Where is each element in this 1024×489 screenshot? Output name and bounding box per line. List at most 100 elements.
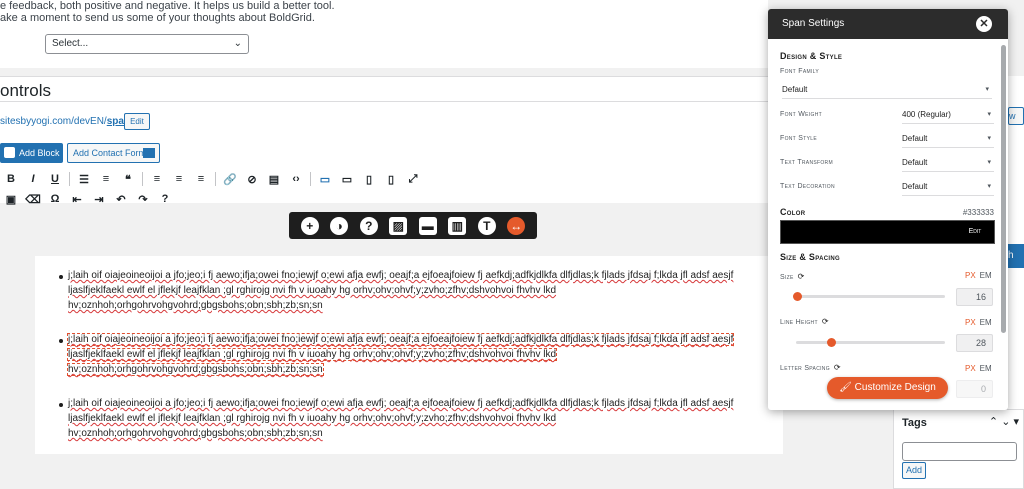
help-circle-icon[interactable]: ? (359, 216, 378, 235)
feedback-select[interactable]: Select... ⌄ (45, 34, 249, 54)
reset-icon[interactable]: ⟳ (834, 363, 841, 372)
customize-design-button[interactable]: 🖌 Customize Design (827, 377, 948, 399)
desktop-preview-icon[interactable]: ▭ (314, 173, 336, 186)
list-item-line: j;laih oif oiajeoineoijoi a jfo;jeo;i fj… (68, 270, 734, 281)
laptop-preview-icon[interactable]: ▭ (336, 173, 358, 186)
link-icon[interactable]: 🔗 (219, 173, 241, 186)
align-right-icon[interactable]: ≡ (190, 173, 212, 185)
permalink-base: sitesbyyogi.com/devEN/ (0, 116, 107, 127)
line-height-label-text: Line Height (780, 319, 818, 326)
special-char-icon[interactable]: Ω (44, 193, 66, 205)
image-icon[interactable]: ▨ (389, 216, 408, 235)
unit-px[interactable]: PX (965, 364, 976, 373)
phone-preview-icon[interactable]: ▯ (380, 173, 402, 186)
tags-input[interactable] (902, 442, 1017, 461)
scrollbar[interactable] (1001, 45, 1006, 333)
font-family-select[interactable]: Default ▾ (782, 81, 992, 99)
palette-icon[interactable]: ◑ (330, 216, 349, 235)
unit-px[interactable]: PX (965, 271, 976, 280)
publish-button[interactable]: h (1008, 244, 1024, 268)
letter-spacing-units[interactable]: PX EM (965, 364, 992, 373)
more-icon[interactable]: ▤ (263, 173, 285, 186)
line-height-slider-track[interactable] (796, 341, 945, 344)
unit-px[interactable]: PX (965, 318, 976, 327)
text-decoration-select[interactable]: Default ▾ (902, 178, 994, 196)
reset-icon[interactable]: ⟳ (822, 317, 829, 326)
chevron-down-icon: ▾ (987, 135, 991, 142)
editor-toolbar-row2: ▣ ⌫ Ω ⇤ ⇥ ↶ ↷ ? (0, 190, 176, 208)
underline-icon[interactable]: U (44, 173, 66, 185)
help-icon[interactable]: ? (154, 193, 176, 205)
close-icon[interactable]: ✕ (976, 16, 992, 32)
undo-icon[interactable]: ↶ (110, 193, 132, 206)
font-weight-select[interactable]: 400 (Regular) ▾ (902, 106, 994, 124)
selected-span-line[interactable]: j;laih oif oiajeoineoijoi a jfo;jeo;i fj… (66, 333, 735, 346)
chevron-down-icon: ▾ (987, 183, 991, 190)
redo-icon[interactable]: ↷ (132, 193, 154, 206)
box-icon[interactable]: ▬ (418, 216, 437, 235)
bold-icon[interactable]: B (0, 173, 22, 185)
align-left-icon[interactable]: ≡ (146, 173, 168, 185)
list-item-selected[interactable]: j;laih oif oiajeoineoijoi a jfo;jeo;i fj… (66, 332, 758, 377)
line-height-slider-thumb[interactable] (827, 338, 836, 347)
edit-slug-button[interactable]: Edit (124, 113, 150, 130)
selected-span-line[interactable]: hv;oznhoh;orhgohrvohgvohrd;gbgsbohs;obn;… (67, 363, 324, 376)
add-block-label: Add Block (19, 148, 60, 158)
color-edit-button[interactable]: Edit (956, 221, 994, 243)
color-label: Color (780, 207, 806, 217)
size-slider-thumb[interactable] (793, 292, 802, 301)
numbered-list-icon[interactable]: ≡ (95, 173, 117, 185)
font-style-select[interactable]: Default ▾ (902, 130, 994, 148)
chevron-down-icon: ▾ (985, 86, 989, 93)
line-height-units[interactable]: PX EM (965, 318, 992, 327)
unit-em[interactable]: EM (980, 364, 992, 373)
text-icon[interactable]: T (477, 216, 496, 235)
blockquote-icon[interactable]: ❝ (117, 173, 139, 186)
toolbar-divider (310, 172, 311, 186)
list-bullet (59, 275, 63, 279)
italic-icon[interactable]: I (22, 173, 44, 185)
paste-icon[interactable]: ▣ (0, 193, 22, 206)
letter-spacing-input[interactable]: 0 (956, 380, 993, 398)
panel-arrows-icon[interactable]: ⌃ ⌄ ▾ (989, 415, 1019, 428)
size-slider-track[interactable] (796, 295, 945, 298)
unlink-icon[interactable]: ⊘ (241, 173, 263, 186)
eraser-icon[interactable]: ⌫ (22, 193, 44, 206)
tablet-preview-icon[interactable]: ▯ (358, 173, 380, 186)
align-center-icon[interactable]: ≡ (168, 173, 190, 185)
unit-em[interactable]: EM (980, 318, 992, 327)
list-item[interactable]: j;laih oif oiajeoineoijoi a jfo;jeo;i fj… (68, 268, 758, 313)
reset-icon[interactable]: ⟳ (798, 272, 805, 281)
arrows-horizontal-icon[interactable]: ↔ (507, 216, 526, 235)
selected-span-line[interactable]: ljaslfjeklfaekl ewlf el jflekjf leajfkla… (66, 348, 558, 361)
form-icon (143, 148, 155, 158)
editor-panel: ontrols sitesbyyogi.com/devEN/spacing/ E… (0, 76, 768, 206)
sidebar-button[interactable]: w (1008, 107, 1024, 125)
tags-panel: Tags ⌃ ⌄ ▾ Add (893, 409, 1024, 489)
indent-icon[interactable]: ⇥ (88, 193, 110, 206)
tags-add-button[interactable]: Add (902, 462, 926, 479)
add-block-button[interactable]: Add Block (0, 143, 63, 163)
toolbar-divider (69, 172, 70, 186)
text-transform-label: Text Transform (780, 159, 833, 166)
size-units[interactable]: PX EM (965, 271, 992, 280)
size-input[interactable]: 16 (956, 288, 993, 306)
column-icon[interactable]: ▥ (448, 216, 467, 235)
editor-toolbar-row1: B I U ☰ ≡ ❝ ≡ ≡ ≡ 🔗 ⊘ ▤ ‹› ▭ ▭ ▯ ▯ ⤢ (0, 170, 424, 188)
code-icon[interactable]: ‹› (285, 173, 307, 185)
unit-em[interactable]: EM (980, 271, 992, 280)
outdent-icon[interactable]: ⇤ (66, 193, 88, 206)
plus-icon[interactable]: + (300, 216, 319, 235)
bullet-list-icon[interactable]: ☰ (73, 173, 95, 186)
divider (0, 101, 768, 102)
text-transform-select[interactable]: Default ▾ (902, 154, 994, 172)
chevron-down-icon: ▾ (987, 111, 991, 118)
list-item[interactable]: j;laih oif oiajeoineoijoi a jfo;jeo;i fj… (68, 396, 758, 441)
page-title[interactable]: ontrols (0, 81, 51, 101)
list-item-line: ljaslfjeklfaekl ewlf el jflekjf leajfkla… (68, 413, 557, 424)
add-contact-form-button[interactable]: Add Contact Form (67, 143, 160, 163)
line-height-input[interactable]: 28 (956, 334, 993, 352)
font-style-value: Default (902, 134, 928, 143)
fullscreen-icon[interactable]: ⤢ (402, 173, 424, 186)
color-swatch[interactable]: Edit (780, 220, 995, 244)
